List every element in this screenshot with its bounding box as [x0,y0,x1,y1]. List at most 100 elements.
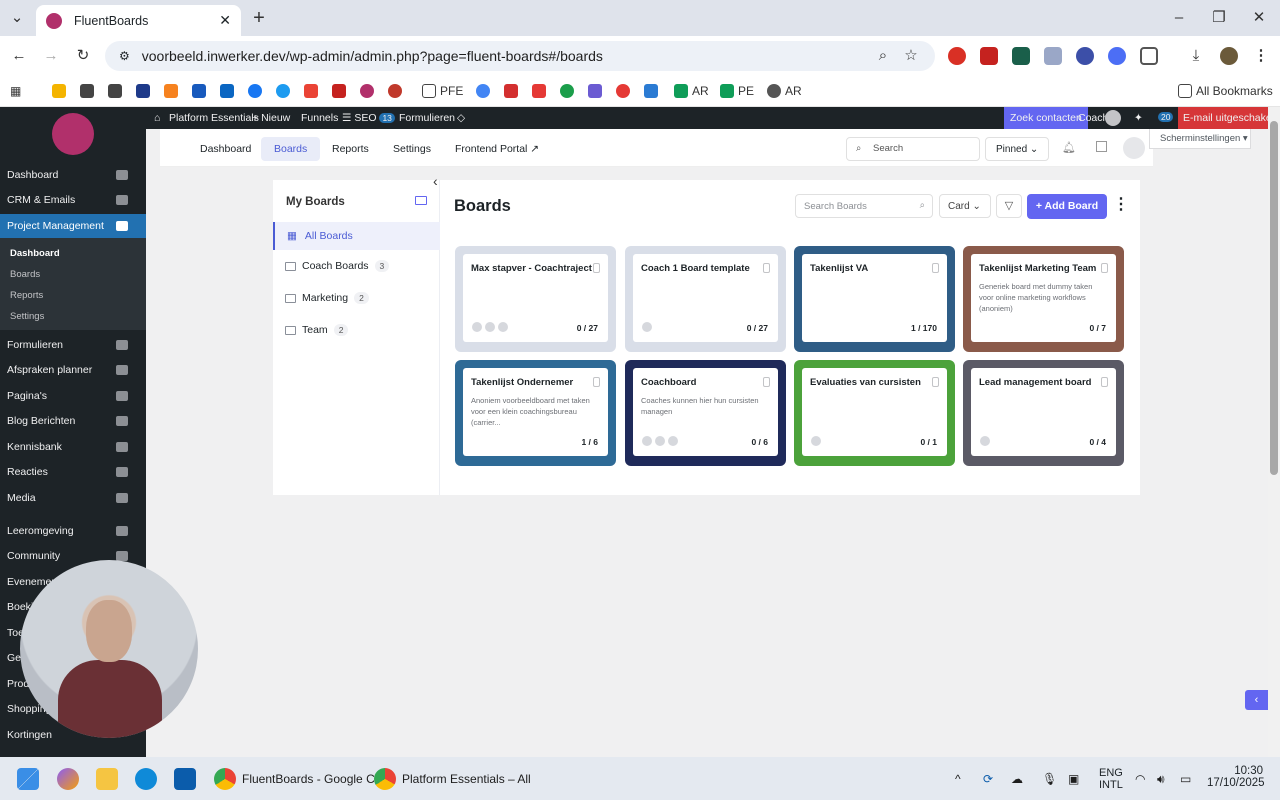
taskbar-app-label[interactable]: Platform Essentials – All [402,772,531,786]
chrome-icon[interactable] [374,768,396,790]
board-card[interactable]: Coachboard Coaches kunnen hier hun cursis… [625,360,786,466]
tab-settings[interactable]: Settings [380,137,444,161]
zoom-icon[interactable]: ⌕ [874,47,892,65]
folder-coach-boards[interactable]: Coach Boards 3 [273,252,440,280]
menu-afspraken-planner[interactable]: Afspraken planner [0,358,146,382]
menu-project-management[interactable]: Project Management [0,214,146,238]
board-card[interactable]: Takenlijst VA 1 / 170 [794,246,955,352]
reload-icon[interactable]: ↻ [74,47,92,65]
back-icon[interactable]: ← [10,47,28,65]
menu-blog-berichten[interactable]: Blog Berichten [0,409,146,433]
outlook-icon[interactable] [174,768,196,790]
chrome-menu-icon[interactable]: ⋮ [1252,47,1270,65]
bookmark-icon[interactable] [588,83,606,99]
search-contacts-button[interactable]: Zoek contacten [1004,107,1088,129]
pin-icon[interactable] [593,377,600,387]
microphone-icon[interactable]: 🎙︎ [1042,772,1057,786]
pin-icon[interactable] [1101,377,1108,387]
collapse-sidebar-icon[interactable]: ‹ [433,173,438,189]
pin-icon[interactable] [932,377,939,387]
gmail-bookmark-icon[interactable] [304,83,322,99]
fullscreen-icon[interactable] [1096,141,1107,152]
minimize-icon[interactable]: – [1170,9,1188,27]
user-menu[interactable]: Coach [1078,112,1108,124]
menu-paginas[interactable]: Pagina's [0,384,146,408]
extension-icon[interactable] [1044,47,1062,65]
user-avatar[interactable] [1123,137,1145,159]
bookmark-icon[interactable] [276,83,294,99]
bookmark-icon[interactable] [504,83,522,99]
extension-icon[interactable] [1076,47,1094,65]
screen-options-button[interactable]: Scherminstellingen ▾ [1149,129,1251,149]
side-panel-toggle[interactable]: ‹ [1245,690,1268,710]
scrollbar-thumb[interactable] [1270,121,1278,475]
menu-media[interactable]: Media [0,486,146,510]
wifi-icon[interactable]: ◠ [1135,772,1145,786]
notifications-count-badge[interactable]: 20 [1158,112,1174,122]
diamond-icon[interactable]: ◇ [457,112,465,124]
close-window-icon[interactable]: ✕ [1250,9,1268,27]
language-indicator[interactable]: ENG INTL [1099,767,1123,791]
bookmark-icon[interactable] [360,83,378,99]
folder-marketing[interactable]: Marketing 2 [273,284,440,312]
display-icon[interactable]: ▣ [1068,772,1079,786]
forward-icon[interactable]: → [42,47,60,65]
bookmark-ar-globe[interactable]: AR [767,83,802,99]
tab-reports[interactable]: Reports [319,137,382,161]
submenu-dashboard[interactable]: Dashboard [10,248,60,259]
battery-icon[interactable]: ▭ [1180,772,1191,786]
extension-icon[interactable] [1108,47,1126,65]
ai-sparkle-icon[interactable]: ✦ [1134,112,1143,124]
board-card[interactable]: Takenlijst Ondernemer Anoniem voorbeeldbo… [455,360,616,466]
close-tab-icon[interactable]: ✕ [219,12,231,29]
bookmark-icon[interactable] [164,83,182,99]
search-boards-input[interactable]: Search Boards ⌕ [795,194,933,218]
forms-link[interactable]: Formulieren [399,112,455,124]
edge-icon[interactable] [135,768,157,790]
pin-icon[interactable] [932,263,939,273]
gmail-bookmark-icon[interactable] [332,83,350,99]
menu-reacties[interactable]: Reacties [0,460,146,484]
browser-tab[interactable]: FluentBoards ✕ [36,5,241,36]
bell-icon[interactable]: 🔔︎ [1062,141,1076,154]
pin-icon[interactable] [1101,263,1108,273]
bookmark-icon[interactable] [80,83,98,99]
bookmark-ar[interactable]: AR [674,83,709,99]
bookmark-icon[interactable] [388,83,406,99]
tab-dashboard[interactable]: Dashboard [187,137,264,161]
bookmark-icon[interactable] [644,83,662,99]
sync-icon[interactable]: ⟳ [983,772,993,786]
view-select[interactable]: Card ⌄ [939,194,991,218]
bookmark-icon[interactable] [616,83,634,99]
bookmark-icon[interactable] [108,83,126,99]
board-card[interactable]: Takenlijst Marketing Team Generiek board … [963,246,1124,352]
pin-icon[interactable] [763,263,770,273]
bookmark-icon[interactable] [248,83,266,99]
folder-all-boards[interactable]: ▦ All Boards [273,222,440,250]
copilot-icon[interactable] [57,768,79,790]
board-card[interactable]: Lead management board 0 / 4 [963,360,1124,466]
site-info-icon[interactable]: ⚙ [119,49,130,63]
extensions-puzzle-icon[interactable] [1140,47,1158,65]
menu-kennisbank[interactable]: Kennisbank [0,435,146,459]
home-icon[interactable]: ⌂ [154,112,160,124]
add-board-button[interactable]: + Add Board [1027,194,1107,219]
apps-grid-icon[interactable]: ▦ [10,83,21,99]
seo-link[interactable]: ☰ SEO 13 [342,112,395,124]
extension-icon[interactable] [948,47,966,65]
bookmark-star-icon[interactable]: ☆ [902,47,920,65]
taskbar-app-label[interactable]: FluentBoards - Google C [242,772,375,786]
all-bookmarks[interactable]: All Bookmarks [1178,83,1273,99]
funnels-link[interactable]: Funnels [301,112,338,124]
board-card[interactable]: Max stapver - Coachtraject 0 / 27 [455,246,616,352]
global-search-input[interactable]: ⌕ Search [846,137,980,161]
pin-icon[interactable] [593,263,600,273]
menu-leeromgeving[interactable]: Leeromgeving [0,519,146,543]
menu-crm-emails[interactable]: CRM & Emails [0,188,146,212]
more-options-icon[interactable]: ⋮ [1113,194,1129,218]
new-link[interactable]: + Nieuw [252,112,290,124]
show-hidden-icons-icon[interactable]: ^ [955,772,961,786]
bookmark-icon[interactable] [136,83,154,99]
submenu-boards[interactable]: Boards [10,269,40,280]
submenu-reports[interactable]: Reports [10,290,43,301]
